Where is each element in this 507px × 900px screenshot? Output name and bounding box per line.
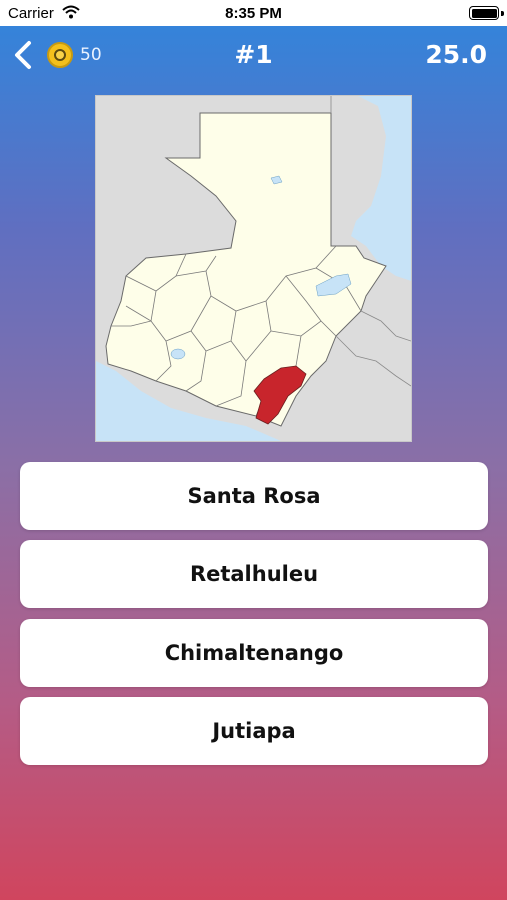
status-bar: Carrier 8:35 PM: [0, 0, 507, 26]
answer-option-1[interactable]: Santa Rosa: [20, 462, 488, 530]
quiz-header: 50 #1 25.0: [0, 26, 507, 84]
battery-icon: [469, 6, 499, 20]
lake-atitlan: [170, 348, 186, 360]
countdown-timer: 25.0: [425, 40, 487, 69]
answer-option-4[interactable]: Jutiapa: [20, 697, 488, 765]
guatemala-map: [95, 95, 412, 442]
battery-cap: [501, 11, 504, 16]
status-time: 8:35 PM: [225, 5, 282, 22]
answer-option-3[interactable]: Chimaltenango: [20, 619, 488, 687]
answer-option-2[interactable]: Retalhuleu: [20, 540, 488, 608]
map-svg: [96, 96, 411, 441]
